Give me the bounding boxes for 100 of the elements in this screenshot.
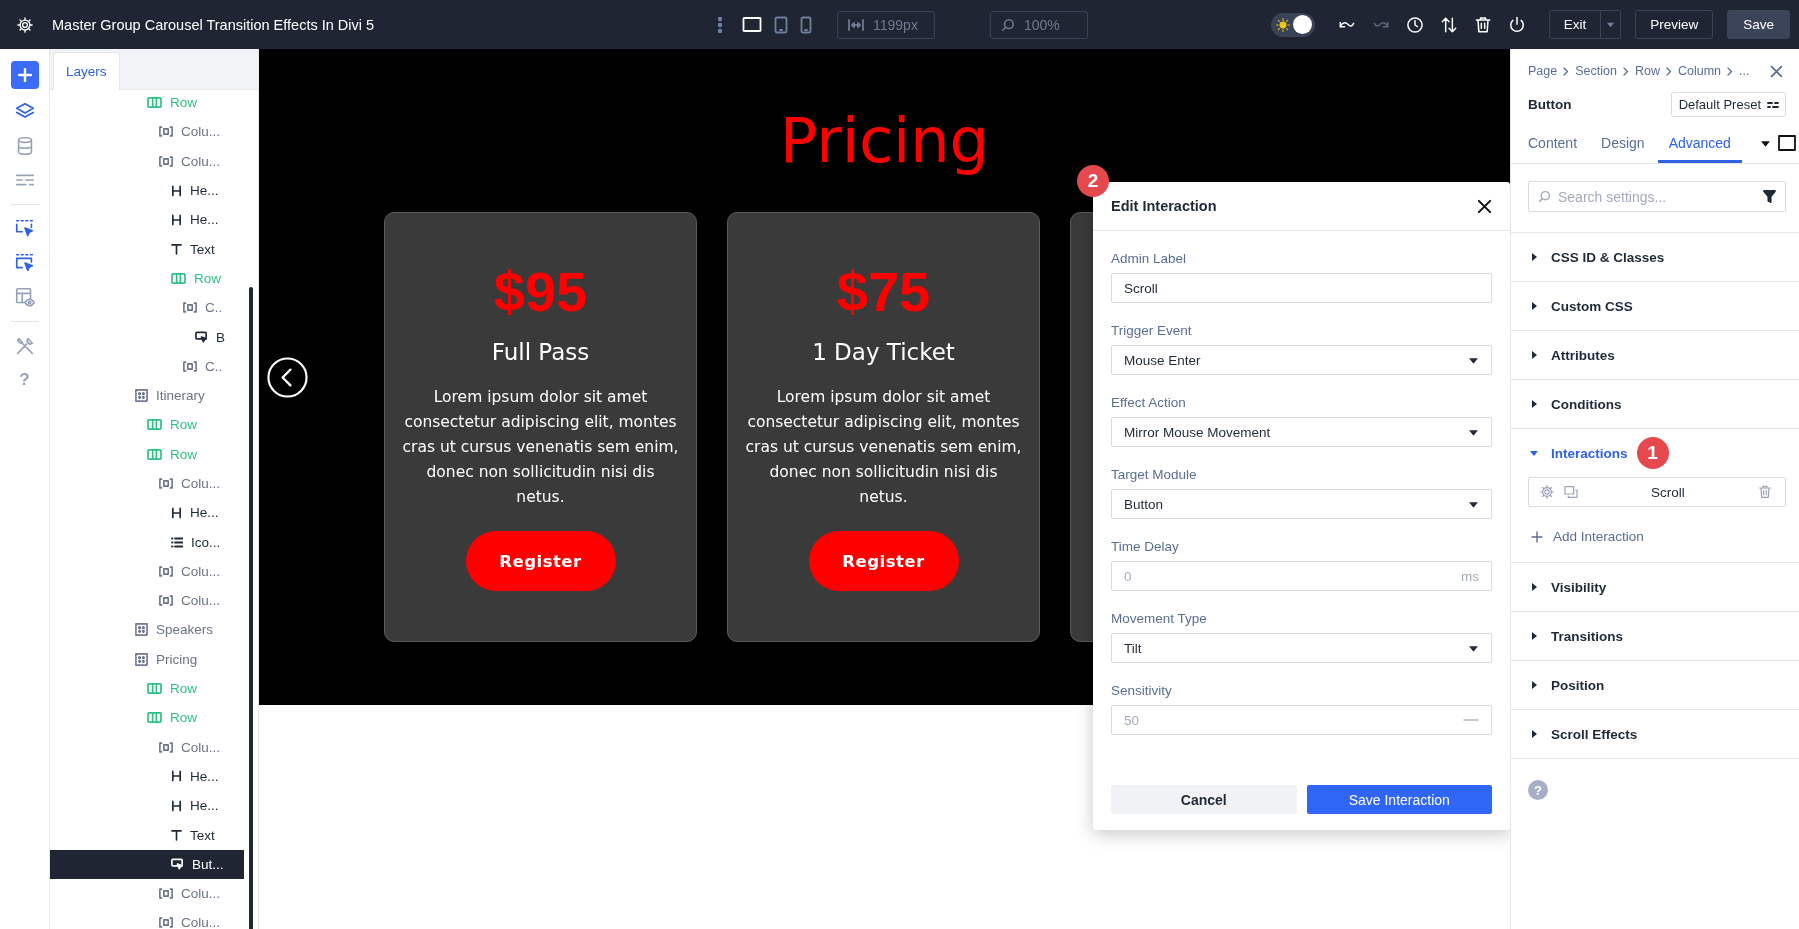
caret-icon [1529, 399, 1539, 409]
section-icon [135, 652, 148, 666]
add-button[interactable] [10, 61, 39, 89]
settings-group-header[interactable]: Scroll Effects [1511, 710, 1799, 758]
layer-item[interactable]: He... [50, 498, 244, 528]
settings-group-header[interactable]: Attributes [1511, 331, 1799, 379]
select-field[interactable]: Tilt [1111, 633, 1492, 663]
preview-button[interactable]: Preview [1635, 10, 1714, 39]
register-button[interactable]: Register [465, 531, 616, 591]
breadcrumb-link[interactable]: Row [1634, 64, 1660, 78]
width-resize-icon [848, 17, 864, 32]
price: $75 [836, 261, 931, 323]
page-title: Master Group Carousel Transition Effects In Divi 5 [52, 16, 375, 33]
layout-eye-icon[interactable] [13, 286, 36, 308]
zoom-field[interactable]: 100% [990, 10, 1088, 39]
layer-item[interactable]: Ico... [50, 527, 244, 557]
column-icon [183, 302, 197, 314]
breadcrumb-link[interactable]: Section [1575, 64, 1617, 78]
settings-group-header[interactable]: Conditions [1511, 380, 1799, 428]
heading-icon [171, 506, 182, 519]
phone-view-icon[interactable] [800, 15, 812, 34]
settings-group-header[interactable]: Interactions 1 [1511, 429, 1799, 477]
add-interaction-link[interactable]: Add Interaction [1528, 529, 1786, 544]
register-button[interactable]: Register [808, 531, 959, 591]
search-icon [1001, 17, 1015, 32]
theme-toggle[interactable] [1270, 12, 1315, 37]
layer-item[interactable]: C.. [50, 351, 244, 381]
layer-item[interactable]: Colu... [50, 146, 244, 176]
breadcrumb-link[interactable]: Column [1677, 64, 1721, 78]
layer-item[interactable]: Text [50, 234, 244, 264]
layer-item[interactable]: Colu... [50, 879, 244, 909]
chevron-icon [1622, 66, 1629, 76]
layer-item[interactable]: Pricing [50, 644, 244, 674]
desktop-view-icon[interactable] [742, 15, 762, 34]
layer-item[interactable]: B [50, 322, 244, 352]
text-field[interactable]: Scroll [1111, 273, 1492, 303]
settings-tab[interactable]: Design [1601, 123, 1645, 163]
layer-item[interactable]: Colu... [50, 468, 244, 499]
select-field[interactable]: Mouse Enter [1111, 345, 1492, 375]
column-icon [159, 126, 173, 138]
cancel-button[interactable]: Cancel [1111, 785, 1297, 814]
column-icon [183, 360, 197, 372]
layer-item[interactable]: Itinerary [50, 380, 244, 411]
settings-group-header[interactable]: Custom CSS [1511, 282, 1799, 330]
settings-group-header[interactable]: Position [1511, 661, 1799, 709]
column-icon [159, 595, 173, 607]
width-field[interactable]: 1199px [837, 10, 935, 39]
tablet-view-icon[interactable] [774, 15, 788, 34]
save-button[interactable]: Save [1727, 10, 1790, 39]
caret-icon [1529, 729, 1539, 739]
settings-group-header[interactable]: CSS ID & Classes [1511, 233, 1799, 281]
layer-item[interactable]: Text [50, 820, 244, 850]
breadcrumb-link[interactable]: ... [1739, 64, 1750, 78]
filter-icon[interactable] [1763, 190, 1776, 203]
scrollbar-thumb[interactable] [249, 287, 253, 929]
card-title: Full Pass [491, 338, 590, 367]
row-icon [147, 96, 162, 110]
layer-item[interactable]: He... [50, 761, 244, 792]
clock-icon[interactable] [1404, 14, 1425, 35]
layer-item[interactable]: C.. [50, 293, 244, 323]
layer-item[interactable]: But... [50, 849, 244, 879]
settings-tab[interactable]: Content [1528, 123, 1578, 163]
select-field[interactable]: Mirror Mouse Movement [1111, 417, 1492, 447]
layer-item[interactable]: He... [50, 791, 244, 821]
layer-item[interactable]: Colu... [50, 586, 244, 616]
close-icon[interactable] [1477, 198, 1492, 214]
settings-tab[interactable]: Advanced [1657, 123, 1742, 163]
field-label: Time Delay [1111, 539, 1180, 555]
save-interaction-button[interactable]: Save Interaction [1306, 785, 1492, 814]
settings-group-header[interactable]: Visibility [1511, 563, 1799, 611]
layer-item[interactable]: He... [50, 205, 244, 235]
field-label: Target Module [1111, 467, 1198, 483]
row-icon [147, 447, 162, 461]
settings-group-header[interactable]: Transitions [1511, 612, 1799, 660]
preset-button[interactable]: Default Preset [1670, 92, 1786, 117]
chevron-icon [1727, 66, 1733, 76]
column-icon [159, 741, 173, 753]
select-field[interactable]: Button [1111, 489, 1492, 519]
layer-item[interactable]: Colu... [50, 908, 244, 929]
exit-menu-button[interactable] [1601, 10, 1622, 39]
column-icon [159, 917, 173, 929]
layer-item[interactable]: Colu... [50, 732, 244, 762]
square-icon[interactable] [1777, 135, 1796, 151]
section-icon [135, 623, 148, 637]
layer-item[interactable]: He... [50, 175, 244, 206]
exit-button[interactable]: Exit [1548, 10, 1602, 39]
layer-item[interactable]: Colu... [50, 117, 244, 147]
layers-tab[interactable]: Layers [53, 52, 120, 90]
more-options-icon[interactable] [718, 16, 722, 33]
layer-item[interactable]: Colu... [50, 556, 244, 587]
heading-icon [171, 770, 182, 783]
dialog-title: Edit Interaction [1111, 198, 1217, 214]
breadcrumb-link[interactable]: Page [1528, 64, 1558, 78]
dash-icon [1463, 718, 1479, 722]
layer-item[interactable]: Speakers [50, 615, 244, 645]
caret-icon [1529, 301, 1539, 311]
row-icon [171, 271, 186, 285]
column-icon [159, 888, 173, 900]
cursor-select-icon[interactable] [13, 252, 36, 274]
section-icon [135, 389, 148, 403]
